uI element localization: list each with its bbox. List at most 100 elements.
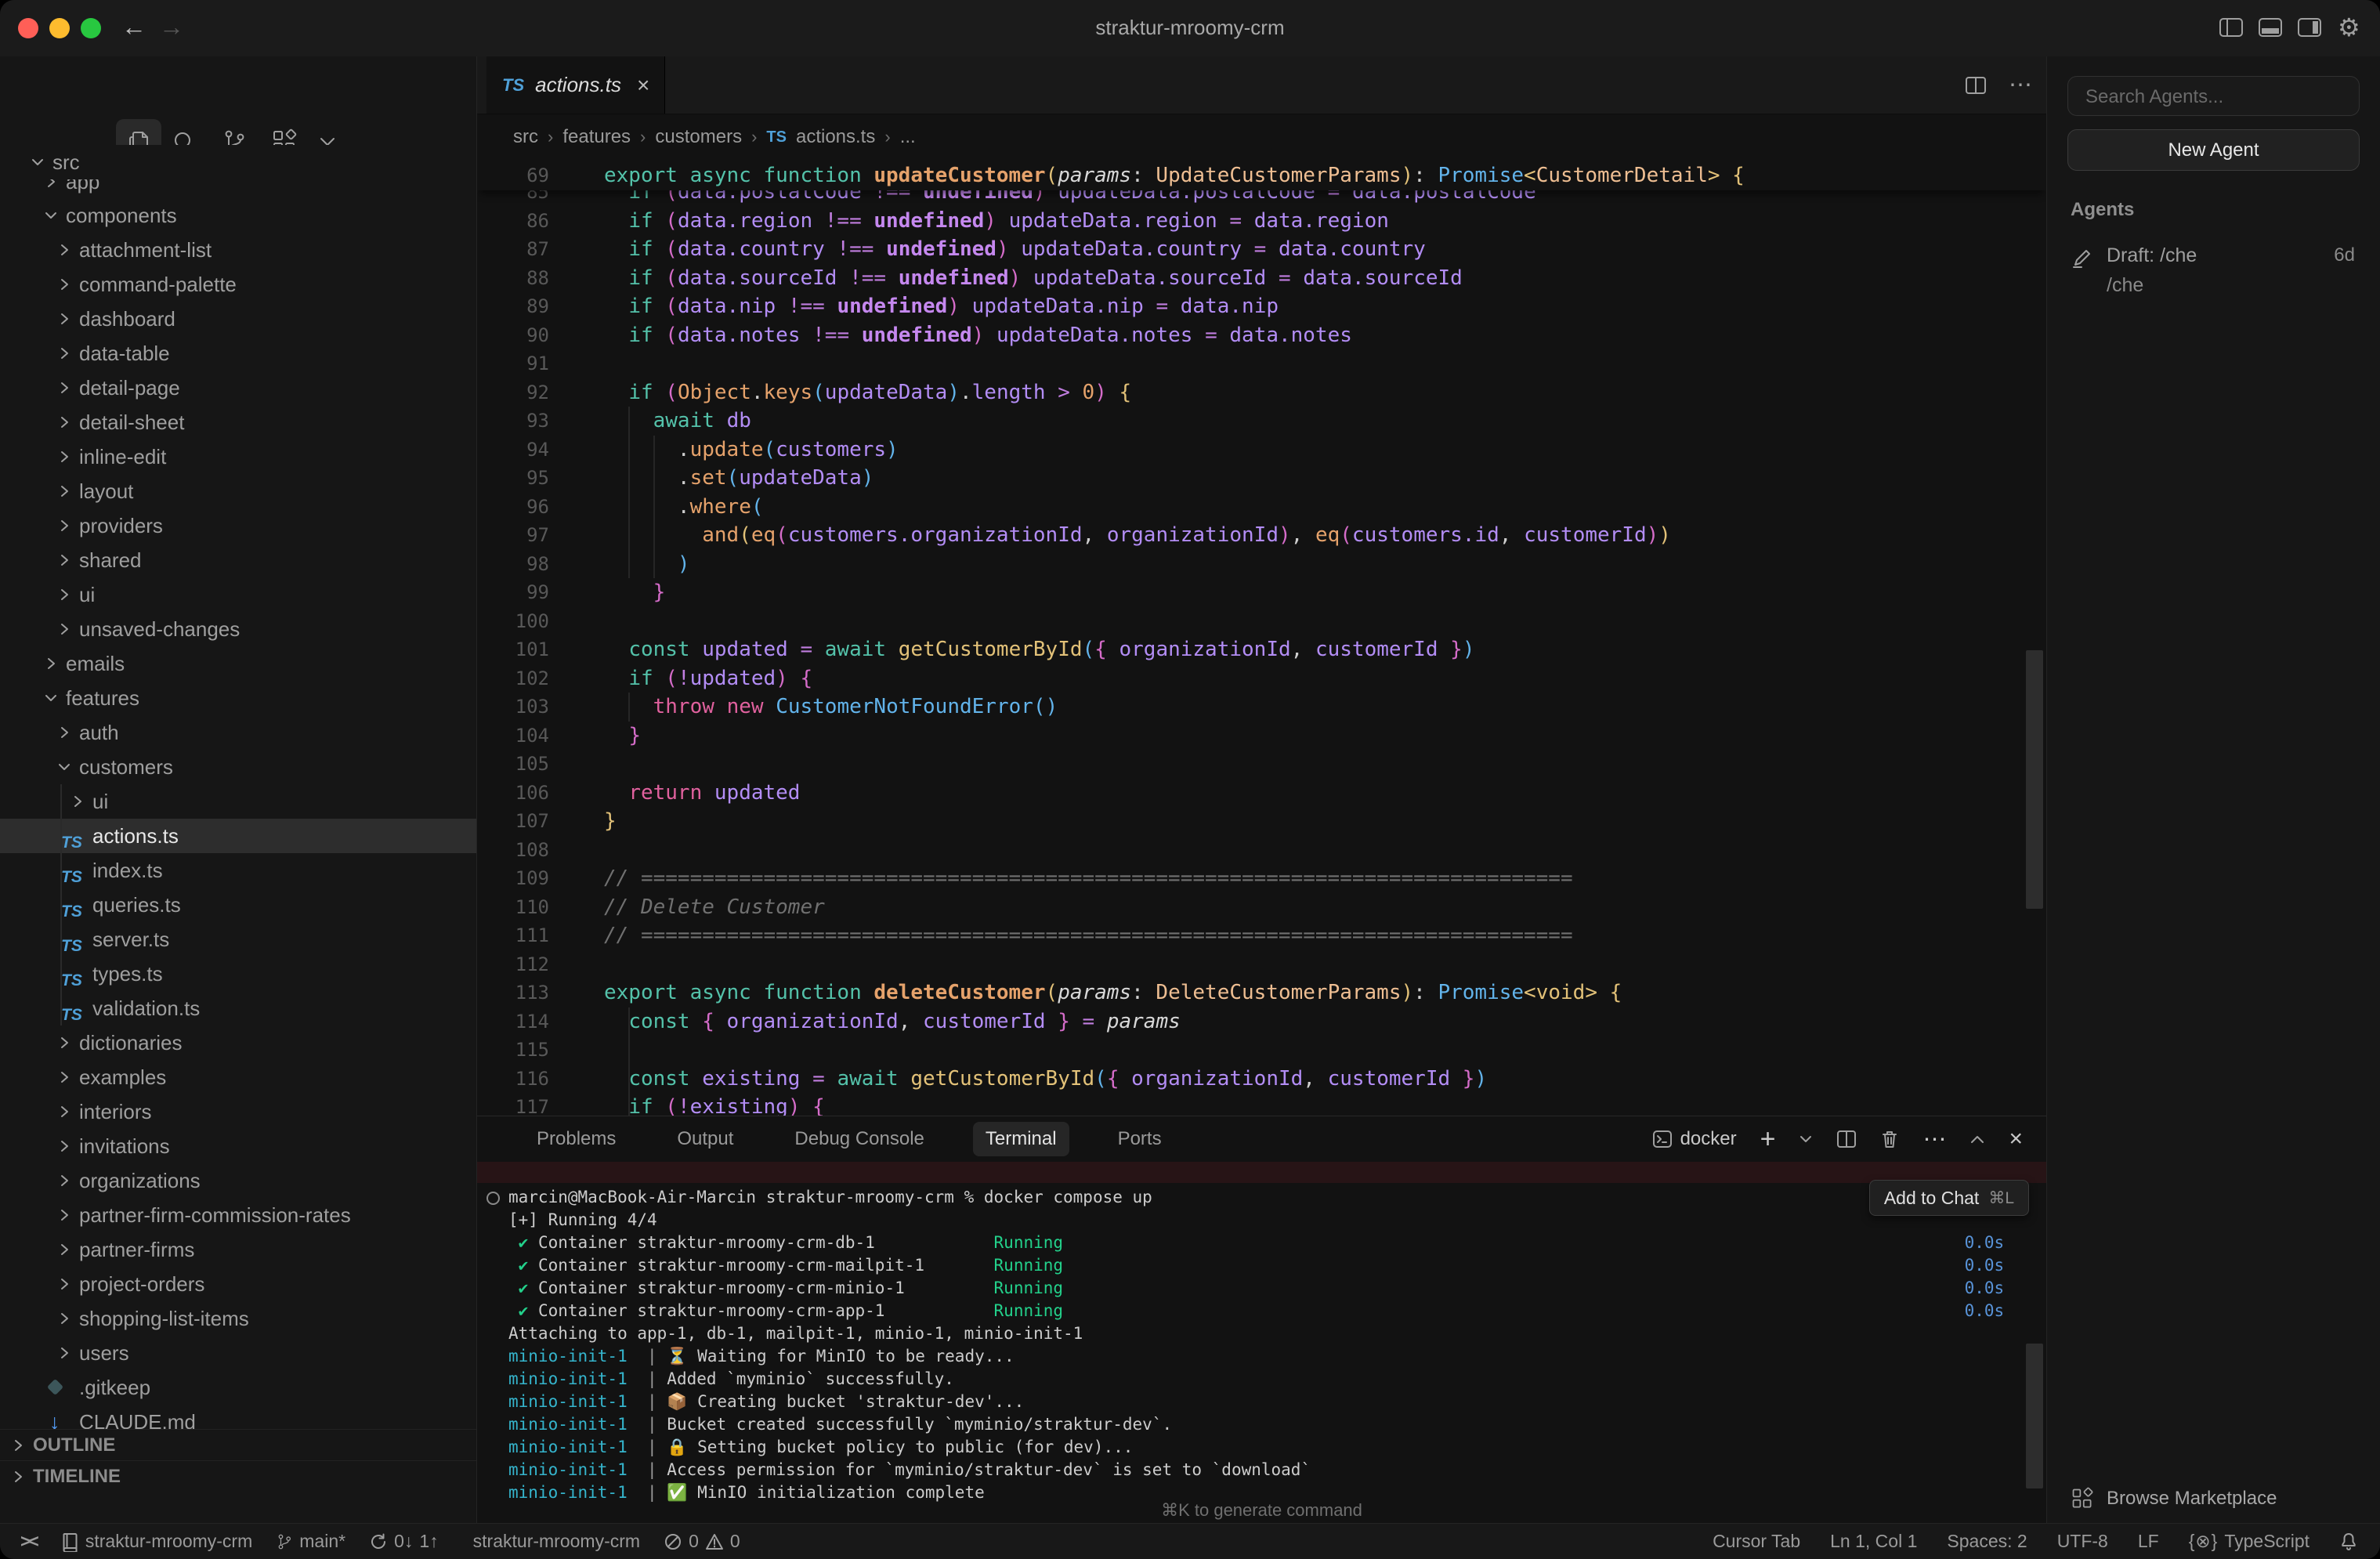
tree-item-users[interactable]: users (0, 1336, 476, 1370)
tree-item-detail-sheet[interactable]: detail-sheet (0, 405, 476, 439)
tree-item-src[interactable]: src (0, 145, 476, 179)
tree-item-attachment-list[interactable]: attachment-list (0, 233, 476, 267)
problems-indicator[interactable]: 0 0 (664, 1531, 740, 1552)
tree-item-components[interactable]: components (0, 198, 476, 233)
toggle-left-panel-icon[interactable] (2219, 17, 2244, 38)
terminal-profile-dropdown-icon[interactable] (1799, 1134, 1813, 1144)
panel-tab-output[interactable]: Output (664, 1122, 746, 1156)
language-mode-indicator[interactable]: {⊗} TypeScript (2189, 1531, 2309, 1552)
line-number: 101 (477, 635, 549, 664)
explorer-sidebar: STRAKTUR-MROOMY-CRM srcappcomponentsatta… (0, 56, 477, 1524)
cursor-position-indicator[interactable]: Ln 1, Col 1 (1830, 1531, 1917, 1552)
terminal-line: minio-init-1 | ⏳ Waiting for MinIO to be… (477, 1345, 2046, 1368)
tree-item-interiors[interactable]: interiors (0, 1094, 476, 1129)
add-to-chat-button[interactable]: Add to Chat ⌘L (1869, 1180, 2029, 1216)
editor-more-actions-icon[interactable]: ⋯ (2009, 71, 2032, 99)
tree-item-types-ts[interactable]: TStypes.ts (0, 957, 476, 991)
tree-item-actions-ts[interactable]: TSactions.ts (0, 819, 476, 853)
panel-tab-terminal[interactable]: Terminal (973, 1122, 1069, 1156)
maximize-panel-chevron-icon[interactable] (1969, 1134, 1985, 1145)
tab-actions-ts[interactable]: TS actions.ts × (486, 56, 665, 114)
timeline-section-header[interactable]: TIMELINE (0, 1460, 476, 1492)
tree-item-features[interactable]: features (0, 681, 476, 715)
encoding-indicator[interactable]: UTF-8 (2057, 1531, 2108, 1552)
tree-item-invitations[interactable]: invitations (0, 1129, 476, 1163)
browse-marketplace-button[interactable]: Browse Marketplace (2047, 1474, 2380, 1524)
tree-item-examples[interactable]: examples (0, 1060, 476, 1094)
sync-changes-indicator[interactable]: 0↓ 1↑ (369, 1531, 439, 1552)
editor-scrollbar[interactable] (2026, 650, 2043, 909)
breadcrumb-item[interactable]: src (513, 126, 538, 148)
new-terminal-icon[interactable]: + (1760, 1131, 1776, 1147)
tree-item-ui[interactable]: ui (0, 577, 476, 612)
terminal-scrollbar[interactable] (2026, 1344, 2043, 1488)
terminal-line: marcin@MacBook-Air-Marcin straktur-mroom… (477, 1186, 2046, 1209)
remote-indicator[interactable]: >< (20, 1531, 37, 1552)
tree-item-detail-page[interactable]: detail-page (0, 371, 476, 405)
tree-item-partner-firms[interactable]: partner-firms (0, 1232, 476, 1267)
tree-item-label: users (79, 1336, 129, 1370)
git-branch-indicator[interactable]: main* (276, 1531, 345, 1552)
outline-section-header[interactable]: OUTLINE (0, 1429, 476, 1461)
tree-item-partner-firm-commission-rates[interactable]: partner-firm-commission-rates (0, 1198, 476, 1232)
line-number: 115 (477, 1036, 549, 1065)
search-agents-input[interactable]: Search Agents... (2067, 76, 2360, 116)
tree-item-dashboard[interactable]: dashboard (0, 302, 476, 336)
new-agent-button[interactable]: New Agent (2067, 129, 2360, 171)
split-terminal-icon[interactable] (1836, 1130, 1857, 1148)
tree-item-auth[interactable]: auth (0, 715, 476, 750)
tree-item-providers[interactable]: providers (0, 508, 476, 543)
sticky-scroll-line[interactable]: 69export async function updateCustomer(p… (477, 161, 2046, 190)
tree-item-command-palette[interactable]: command-palette (0, 267, 476, 302)
tree-item-ui[interactable]: ui (0, 784, 476, 819)
terminal-output[interactable]: marcin@MacBook-Air-Marcin straktur-mroom… (477, 1186, 2046, 1504)
breadcrumb-item[interactable]: features (562, 126, 631, 148)
split-editor-icon[interactable] (1965, 76, 1987, 95)
tree-item-validation-ts[interactable]: TSvalidation.ts (0, 991, 476, 1025)
toggle-right-panel-icon[interactable] (2297, 17, 2322, 38)
tree-item-layout[interactable]: layout (0, 474, 476, 508)
tree-item-emails[interactable]: emails (0, 646, 476, 681)
tree-item-inline-edit[interactable]: inline-edit (0, 439, 476, 474)
terminal-profile[interactable]: docker (1652, 1128, 1737, 1150)
tab-close-icon[interactable]: × (637, 73, 649, 98)
settings-gear-icon[interactable]: ⚙ (2338, 13, 2360, 42)
breadcrumb-item[interactable]: actions.ts (796, 126, 875, 148)
tree-item-server-ts[interactable]: TSserver.ts (0, 922, 476, 957)
outline-label: OUTLINE (33, 1434, 115, 1456)
line-number: 87 (477, 235, 549, 264)
notifications-bell-icon[interactable] (2339, 1532, 2358, 1552)
terminal-more-actions-icon[interactable]: ⋯ (1922, 1126, 1946, 1153)
tree-item-label: detail-sheet (79, 405, 184, 439)
tree-item-organizations[interactable]: organizations (0, 1163, 476, 1198)
tree-item-customers[interactable]: customers (0, 750, 476, 784)
tree-item-shopping-list-items[interactable]: shopping-list-items (0, 1301, 476, 1336)
agent-title: Draft: /che (2107, 244, 2197, 267)
agents-panel: Search Agents... New Agent Agents Draft:… (2046, 56, 2380, 1524)
eol-indicator[interactable]: LF (2138, 1531, 2159, 1552)
indentation-indicator[interactable]: Spaces: 2 (1947, 1531, 2027, 1552)
cursor-tab-toggle[interactable]: Cursor Tab (1713, 1531, 1800, 1552)
breadcrumb-item[interactable]: customers (655, 126, 742, 148)
tree-item-shared[interactable]: shared (0, 543, 476, 577)
tree-item-unsaved-changes[interactable]: unsaved-changes (0, 612, 476, 646)
panel-tab-ports[interactable]: Ports (1105, 1122, 1174, 1156)
panel-tab-debug-console[interactable]: Debug Console (782, 1122, 936, 1156)
repo-indicator[interactable]: straktur-mroomy-crm (60, 1531, 252, 1552)
tree-item-data-table[interactable]: data-table (0, 336, 476, 371)
tree-item-index-ts[interactable]: TSindex.ts (0, 853, 476, 888)
tree-item--gitkeep[interactable]: .gitkeep (0, 1370, 476, 1405)
tree-item-dictionaries[interactable]: dictionaries (0, 1025, 476, 1060)
line-number: 86 (477, 207, 549, 236)
tree-item-queries-ts[interactable]: TSqueries.ts (0, 888, 476, 922)
toggle-bottom-panel-icon[interactable] (2258, 17, 2283, 38)
breadcrumb-item[interactable]: ... (900, 126, 916, 148)
project-name-item[interactable]: straktur-mroomy-crm (473, 1531, 640, 1552)
close-panel-icon[interactable]: × (2009, 1126, 2023, 1152)
kill-terminal-trash-icon[interactable] (1880, 1129, 1899, 1149)
tree-item-project-orders[interactable]: project-orders (0, 1267, 476, 1301)
code-line-98: 98 ) (477, 550, 2023, 579)
line-number: 109 (477, 864, 549, 893)
code-editor[interactable]: 85 if (data.postalCode !== undefined) up… (477, 161, 2046, 1116)
panel-tab-problems[interactable]: Problems (524, 1122, 628, 1156)
